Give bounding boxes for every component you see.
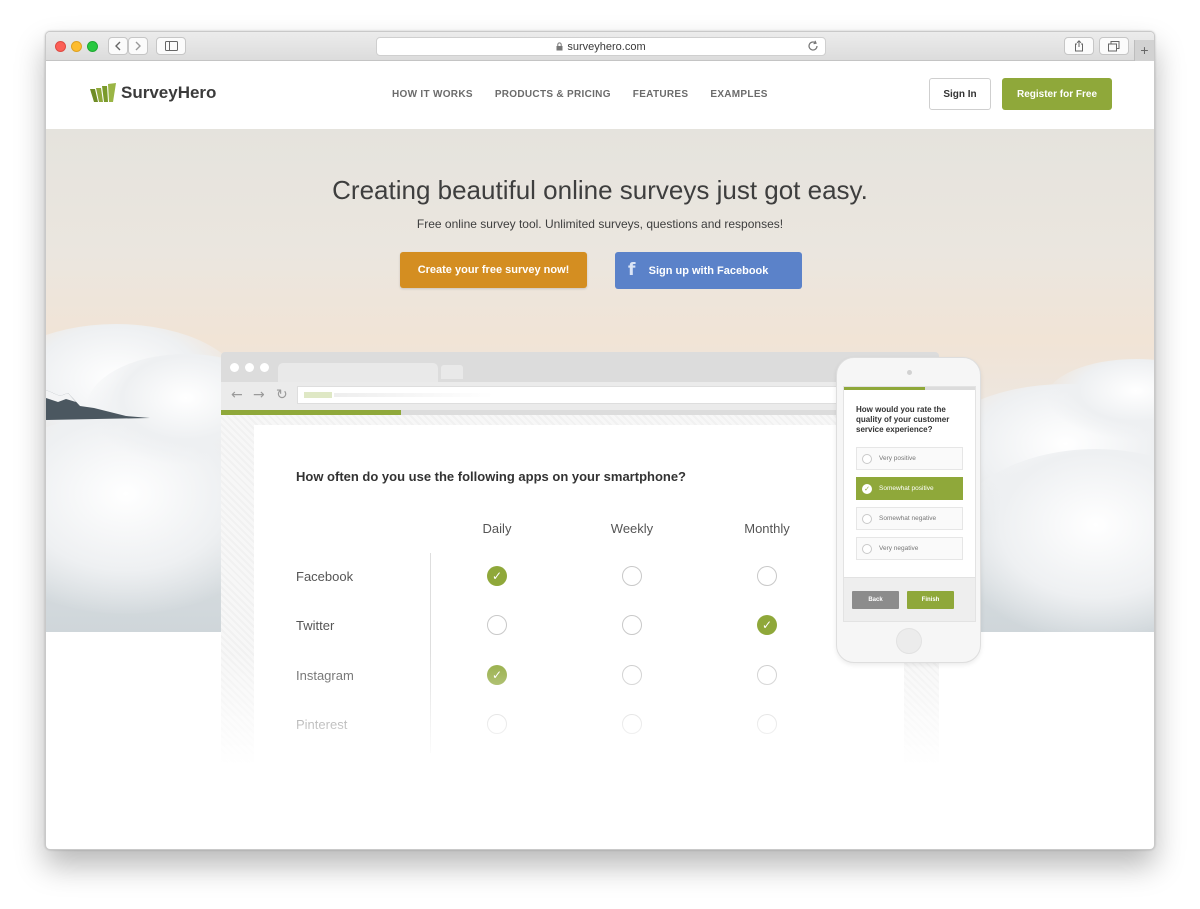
mockup-forward-icon: → bbox=[253, 387, 265, 403]
mockup-tab bbox=[278, 363, 438, 382]
phone-option-very-negative[interactable]: Very negative bbox=[856, 537, 963, 560]
minimize-window-button[interactable] bbox=[71, 41, 82, 52]
radio-pinterest-daily[interactable] bbox=[487, 714, 507, 734]
radio-facebook-weekly[interactable] bbox=[622, 566, 642, 586]
phone-mockup: How would you rate the quality of your c… bbox=[836, 357, 981, 663]
row-label-instagram: Instagram bbox=[296, 668, 354, 683]
mockup-address-bar bbox=[297, 386, 910, 404]
radio-instagram-monthly[interactable] bbox=[757, 665, 777, 685]
mockup-window-dot bbox=[230, 363, 239, 372]
mockup-reload-icon: ↻ bbox=[276, 387, 288, 403]
row-label-twitter: Twitter bbox=[296, 618, 335, 633]
register-button[interactable]: Register for Free bbox=[1002, 78, 1112, 110]
share-icon bbox=[1075, 40, 1083, 52]
mockup-titlebar bbox=[221, 352, 939, 382]
matrix-divider bbox=[430, 553, 431, 753]
phone-option-label: Very positive bbox=[879, 455, 916, 462]
tabs-icon bbox=[1108, 40, 1120, 51]
mockup-toolbar: ← → ↻ ☰ bbox=[221, 382, 939, 410]
hero-subtitle: Free online survey tool. Unlimited surve… bbox=[416, 217, 784, 231]
radio-facebook-daily[interactable]: ✓ bbox=[487, 566, 507, 586]
phone-option-somewhat-negative[interactable]: Somewhat negative bbox=[856, 507, 963, 530]
phone-home-button bbox=[896, 628, 922, 654]
new-tab-button[interactable]: + bbox=[1134, 40, 1154, 61]
survey-browser-mockup: ← → ↻ ☰ How often do you use the followi… bbox=[221, 352, 939, 785]
create-survey-button[interactable]: Create your free survey now! bbox=[400, 252, 587, 288]
phone-option-label: Somewhat negative bbox=[879, 515, 937, 522]
radio-pinterest-monthly[interactable] bbox=[757, 714, 777, 734]
close-window-button[interactable] bbox=[55, 41, 66, 52]
facebook-signup-label: Sign up with Facebook bbox=[648, 264, 769, 277]
main-nav: HOW IT WORKS PRODUCTS & PRICING FEATURES… bbox=[392, 89, 768, 100]
radio-twitter-daily[interactable] bbox=[487, 615, 507, 635]
logo[interactable]: SurveyHero bbox=[89, 83, 216, 103]
phone-progress-fill bbox=[844, 387, 926, 390]
check-icon: ✓ bbox=[862, 483, 872, 494]
browser-toolbar: surveyhero.com + bbox=[46, 32, 1154, 61]
site-header: SurveyHero HOW IT WORKS PRODUCTS & PRICI… bbox=[46, 61, 1154, 129]
survey-card: How often do you use the following apps … bbox=[254, 425, 904, 785]
radio-facebook-monthly[interactable] bbox=[757, 566, 777, 586]
tabs-overview-button[interactable] bbox=[1099, 37, 1129, 55]
phone-option-somewhat-positive[interactable]: ✓ Somewhat positive bbox=[856, 477, 963, 500]
facebook-signup-button[interactable]: f Sign up with Facebook bbox=[615, 252, 802, 289]
radio-icon bbox=[862, 453, 872, 464]
phone-question: How would you rate the quality of your c… bbox=[856, 405, 950, 434]
address-bar-url: surveyhero.com bbox=[567, 40, 646, 53]
back-button[interactable] bbox=[108, 37, 128, 55]
mockup-window-dot bbox=[245, 363, 254, 372]
column-header-weekly: Weekly bbox=[610, 521, 654, 536]
sidebar-toggle-button[interactable] bbox=[156, 37, 186, 55]
phone-finish-button[interactable]: Finish bbox=[907, 591, 954, 609]
mockup-page-background: How often do you use the following apps … bbox=[221, 415, 939, 785]
column-header-monthly: Monthly bbox=[744, 521, 790, 536]
phone-back-button[interactable]: Back bbox=[852, 591, 899, 609]
phone-progress-bar bbox=[844, 387, 975, 390]
facebook-icon: f bbox=[628, 260, 636, 280]
reload-icon[interactable] bbox=[807, 40, 819, 52]
phone-footer: Back Finish bbox=[844, 577, 975, 621]
address-bar[interactable]: surveyhero.com bbox=[376, 37, 826, 56]
logo-text: SurveyHero bbox=[121, 83, 217, 102]
mockup-back-icon: ← bbox=[231, 387, 243, 403]
phone-option-very-positive[interactable]: Very positive bbox=[856, 447, 963, 470]
hero-title: Creating beautiful online surveys just g… bbox=[332, 175, 868, 205]
chevron-left-icon bbox=[115, 41, 121, 51]
sign-in-button[interactable]: Sign In bbox=[929, 78, 991, 110]
chevron-right-icon bbox=[135, 41, 141, 51]
phone-screen: How would you rate the quality of your c… bbox=[843, 386, 976, 622]
column-header-daily: Daily bbox=[482, 521, 512, 536]
survey-question: How often do you use the following apps … bbox=[296, 469, 686, 484]
mockup-window-dot bbox=[260, 363, 269, 372]
radio-twitter-weekly[interactable] bbox=[622, 615, 642, 635]
surveyhero-logo-icon bbox=[90, 83, 116, 102]
radio-icon bbox=[862, 543, 872, 554]
phone-speaker bbox=[907, 370, 912, 375]
phone-option-label: Very negative bbox=[879, 545, 919, 552]
lock-icon bbox=[556, 42, 563, 51]
radio-instagram-weekly[interactable] bbox=[622, 665, 642, 685]
radio-pinterest-weekly[interactable] bbox=[622, 714, 642, 734]
radio-icon bbox=[862, 513, 872, 524]
nav-examples[interactable]: EXAMPLES bbox=[710, 89, 767, 100]
row-label-pinterest: Pinterest bbox=[296, 717, 348, 732]
mockup-new-tab bbox=[441, 365, 463, 379]
nav-features[interactable]: FEATURES bbox=[633, 89, 689, 100]
sidebar-icon bbox=[164, 41, 178, 51]
nav-how-it-works[interactable]: HOW IT WORKS bbox=[392, 89, 473, 100]
browser-window: surveyhero.com + SurveyHero HOW IT WORKS… bbox=[45, 31, 1155, 850]
phone-option-label: Somewhat positive bbox=[879, 485, 934, 492]
radio-instagram-daily[interactable]: ✓ bbox=[487, 665, 507, 685]
share-button[interactable] bbox=[1064, 37, 1094, 55]
nav-products-pricing[interactable]: PRODUCTS & PRICING bbox=[495, 89, 611, 100]
zoom-window-button[interactable] bbox=[87, 41, 98, 52]
mountain-peak-image bbox=[46, 390, 150, 420]
radio-twitter-monthly[interactable]: ✓ bbox=[757, 615, 777, 635]
row-label-facebook: Facebook bbox=[296, 569, 354, 584]
forward-button[interactable] bbox=[128, 37, 148, 55]
